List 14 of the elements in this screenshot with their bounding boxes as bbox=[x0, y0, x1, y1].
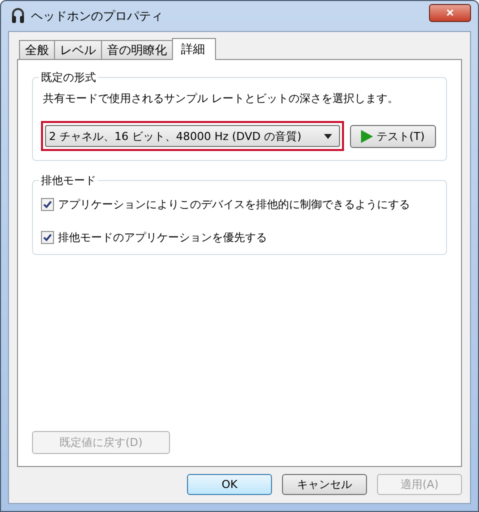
window-title: ヘッドホンのプロパティ bbox=[31, 8, 164, 24]
tab[interactable]: 詳細 bbox=[172, 38, 216, 60]
tab[interactable]: 音の明瞭化 bbox=[101, 40, 173, 59]
description-text: 共有モードで使用されるサンプル レートとビットの深さを選択します。 bbox=[42, 91, 400, 107]
checkbox-label: アプリケーションによりこのデバイスを排他的に制御できるようにする bbox=[58, 197, 410, 212]
dialog-button[interactable]: OK bbox=[187, 474, 272, 495]
tab[interactable]: 全般 bbox=[19, 40, 55, 59]
group-title: 既定の形式 bbox=[40, 70, 97, 85]
tab[interactable]: レベル bbox=[54, 40, 102, 59]
format-dropdown[interactable]: 2 チャネル、16 ビット、48000 Hz (DVD の音質) bbox=[45, 125, 340, 147]
dialog-button[interactable]: キャンセル bbox=[282, 474, 367, 495]
group-title: 排他モード bbox=[40, 173, 97, 188]
checkbox-label: 排他モードのアプリケーションを優先する bbox=[58, 230, 267, 245]
test-button[interactable]: テスト(T) bbox=[350, 124, 436, 148]
